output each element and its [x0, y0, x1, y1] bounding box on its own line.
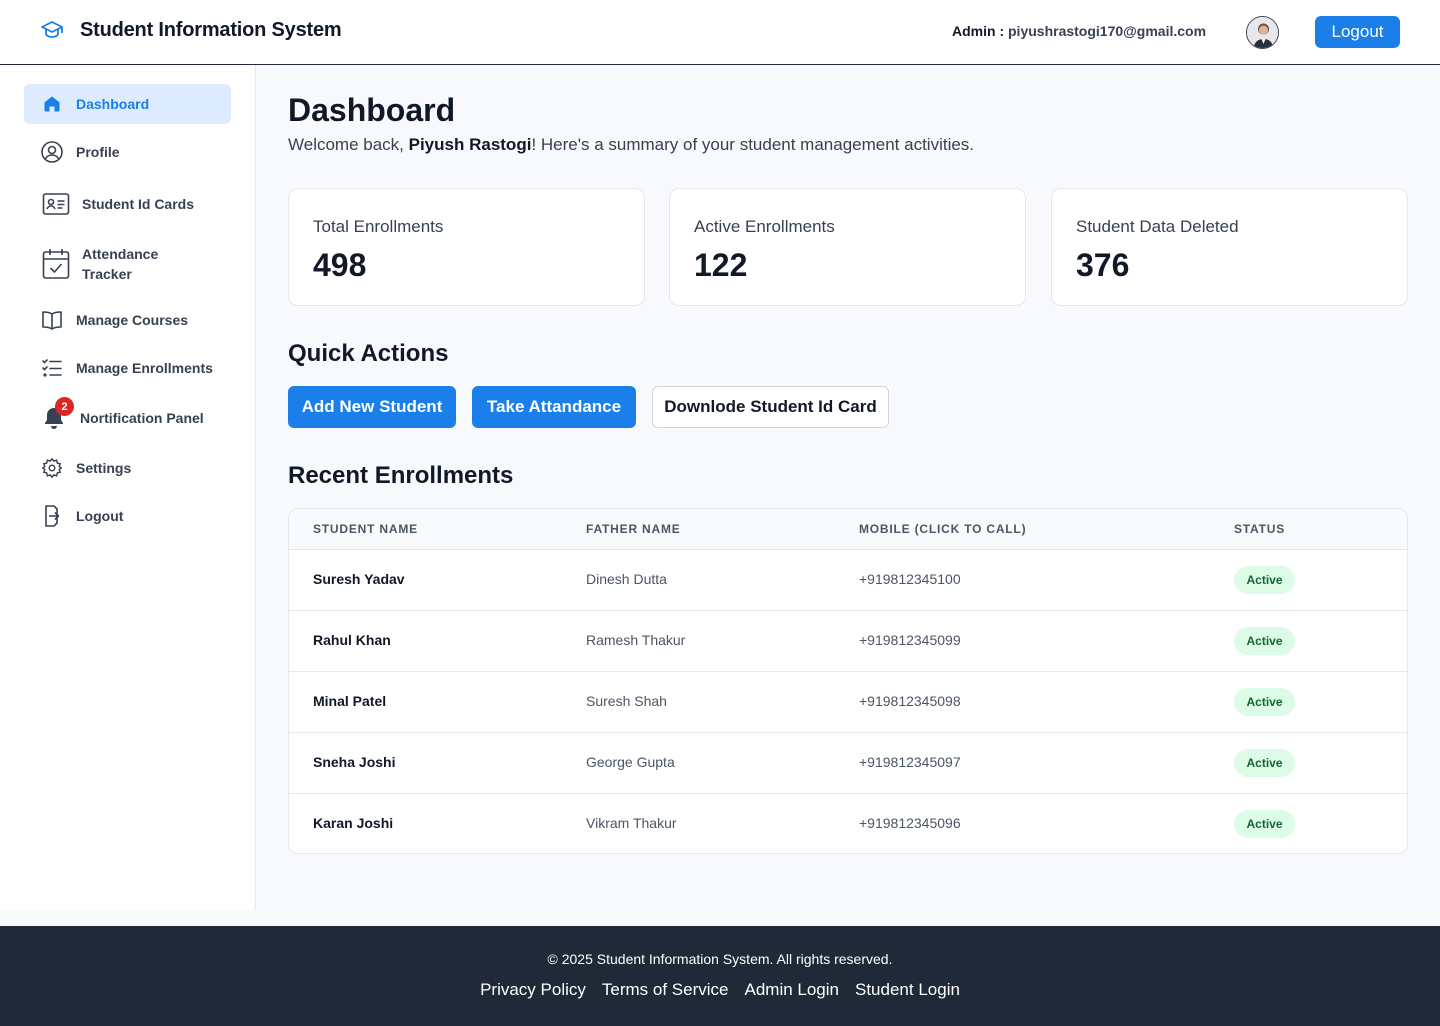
bell-icon: 2	[42, 397, 74, 430]
sidebar-item-label: Dashboard	[76, 96, 150, 112]
welcome-prefix: Welcome back,	[288, 135, 409, 154]
recent-enrollments-title: Recent Enrollments	[288, 462, 514, 489]
mobile-link[interactable]: +919812345096	[859, 815, 961, 831]
download-id-card-button[interactable]: Downlode Student Id Card	[652, 386, 889, 428]
welcome-suffix: ! Here's a summary of your student manag…	[531, 135, 975, 154]
father-name-cell: Ramesh Thakur	[586, 632, 686, 648]
column-header-mobile: MOBILE (CLICK TO CALL)	[859, 522, 1027, 536]
sidebar-item-student-id-cards[interactable]: Student Id Cards	[24, 184, 231, 224]
column-header-student-name: STUDENT NAME	[313, 522, 418, 536]
welcome-message: Welcome back, Piyush Rastogi! Here's a s…	[288, 135, 974, 155]
stat-value: 498	[313, 247, 367, 283]
checklist-icon	[40, 356, 64, 380]
admin-info: Admin : piyushrastogi170@gmail.com	[952, 23, 1206, 39]
student-login-link[interactable]: Student Login	[855, 980, 960, 1000]
enrollments-table: STUDENT NAME FATHER NAME MOBILE (CLICK T…	[288, 508, 1408, 854]
welcome-name: Piyush Rastogi	[408, 135, 532, 154]
stat-label: Student Data Deleted	[1076, 217, 1239, 236]
father-name-cell: George Gupta	[586, 754, 675, 770]
home-icon	[40, 92, 64, 116]
sidebar-item-manage-courses[interactable]: Manage Courses	[24, 300, 231, 340]
privacy-policy-link[interactable]: Privacy Policy	[480, 980, 586, 1000]
status-badge: Active	[1234, 749, 1295, 777]
sidebar-item-dashboard[interactable]: Dashboard	[24, 84, 231, 124]
sidebar-item-label: Student Id Cards	[82, 196, 195, 212]
copyright-text: © 2025 Student Information System. All r…	[547, 951, 893, 967]
student-name-cell: Suresh Yadav	[313, 571, 405, 587]
quick-actions-title: Quick Actions	[288, 340, 449, 367]
student-name-cell: Karan Joshi	[313, 815, 394, 831]
sidebar-item-attendance-tracker[interactable]: Attendance Tracker	[24, 241, 231, 287]
sidebar-item-settings[interactable]: Settings	[24, 448, 231, 488]
sidebar-item-logout[interactable]: Logout	[24, 496, 231, 536]
calendar-check-icon	[42, 248, 70, 280]
id-card-icon	[42, 192, 70, 216]
sidebar-item-label: Profile	[76, 144, 120, 160]
graduation-cap-icon	[40, 18, 64, 42]
student-name-cell: Minal Patel	[313, 693, 387, 709]
table-row: Sneha Joshi George Gupta +919812345097 A…	[289, 732, 1407, 793]
app-title: Student Information System	[80, 18, 342, 41]
terms-of-service-link[interactable]: Terms of Service	[602, 980, 729, 1000]
table-row: Minal Patel Suresh Shah +919812345098 Ac…	[289, 671, 1407, 732]
footer: © 2025 Student Information System. All r…	[0, 926, 1440, 1026]
sidebar-item-profile[interactable]: Profile	[24, 132, 231, 172]
student-name-cell: Sneha Joshi	[313, 754, 396, 770]
sidebar-item-label: Settings	[76, 460, 132, 476]
stat-label: Total Enrollments	[313, 217, 444, 236]
sidebar-item-label: Nortification Panel	[80, 410, 204, 426]
user-circle-icon	[40, 140, 64, 164]
sidebar-item-notification-panel[interactable]: 2 Nortification Panel	[24, 397, 231, 438]
notification-badge: 2	[55, 397, 74, 416]
admin-login-link[interactable]: Admin Login	[744, 980, 839, 1000]
student-name-cell: Rahul Khan	[313, 632, 391, 648]
add-new-student-button[interactable]: Add New Student	[288, 386, 456, 428]
status-badge: Active	[1234, 566, 1295, 594]
sidebar-item-manage-enrollments[interactable]: Manage Enrollments	[24, 348, 231, 388]
sidebar: Dashboard Profile Student Id Cards Atten…	[0, 65, 256, 910]
top-header: Student Information System Admin : piyus…	[0, 0, 1440, 65]
table-row: Suresh Yadav Dinesh Dutta +919812345100 …	[289, 549, 1407, 610]
father-name-cell: Dinesh Dutta	[586, 571, 667, 587]
mobile-link[interactable]: +919812345098	[859, 693, 961, 709]
brand[interactable]: Student Information System	[40, 18, 342, 42]
stat-value: 376	[1076, 247, 1130, 283]
status-badge: Active	[1234, 688, 1295, 716]
stat-card-student-data-deleted: Student Data Deleted 376	[1051, 188, 1408, 306]
stat-value: 122	[694, 247, 748, 283]
mobile-link[interactable]: +919812345097	[859, 754, 961, 770]
header-logout-button[interactable]: Logout	[1315, 16, 1400, 48]
father-name-cell: Suresh Shah	[586, 693, 667, 709]
status-badge: Active	[1234, 810, 1295, 838]
gear-icon	[40, 456, 64, 480]
column-header-status: STATUS	[1234, 522, 1286, 536]
logout-icon	[40, 504, 64, 528]
stat-label: Active Enrollments	[694, 217, 835, 236]
admin-prefix: Admin :	[952, 23, 1008, 39]
page-title: Dashboard	[288, 92, 456, 128]
stat-card-total-enrollments: Total Enrollments 498	[288, 188, 645, 306]
sidebar-item-label: Manage Enrollments	[76, 360, 213, 376]
take-attendance-button[interactable]: Take Attandance	[472, 386, 636, 428]
father-name-cell: Vikram Thakur	[586, 815, 677, 831]
stat-card-active-enrollments: Active Enrollments 122	[669, 188, 1026, 306]
column-header-father-name: FATHER NAME	[586, 522, 681, 536]
table-row: Rahul Khan Ramesh Thakur +919812345099 A…	[289, 610, 1407, 671]
avatar[interactable]	[1246, 16, 1279, 49]
table-row: Karan Joshi Vikram Thakur +919812345096 …	[289, 793, 1407, 853]
mobile-link[interactable]: +919812345100	[859, 571, 961, 587]
table-header: STUDENT NAME FATHER NAME MOBILE (CLICK T…	[289, 509, 1407, 549]
sidebar-item-label: Logout	[76, 508, 124, 524]
status-badge: Active	[1234, 627, 1295, 655]
book-icon	[40, 308, 64, 332]
sidebar-item-label: Attendance Tracker	[82, 246, 159, 282]
footer-links: Privacy Policy Terms of Service Admin Lo…	[0, 980, 1440, 1000]
admin-email: piyushrastogi170@gmail.com	[1008, 23, 1207, 39]
sidebar-item-label: Manage Courses	[76, 312, 189, 328]
mobile-link[interactable]: +919812345099	[859, 632, 961, 648]
